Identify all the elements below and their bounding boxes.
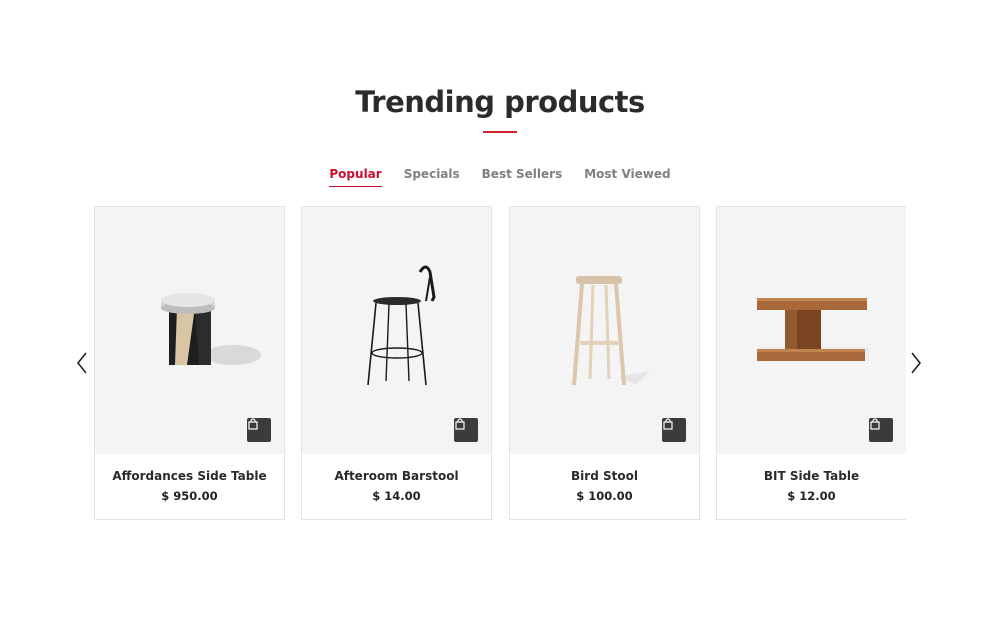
product-price: $ 12.00 <box>787 489 836 503</box>
shopping-bag-icon <box>663 418 673 430</box>
add-to-cart-button[interactable] <box>662 418 686 442</box>
product-name[interactable]: Bird Stool <box>510 468 699 484</box>
product-image[interactable] <box>95 207 284 454</box>
product-image[interactable] <box>510 207 699 454</box>
product-card[interactable]: Affordances Side Table $ 950.00 <box>94 206 285 520</box>
walnut-side-table-image <box>757 298 869 361</box>
product-price: $ 950.00 <box>161 489 218 503</box>
shopping-bag-icon <box>455 418 465 430</box>
add-to-cart-button[interactable] <box>454 418 478 442</box>
product-card[interactable]: Afteroom Barstool $ 14.00 <box>301 206 492 520</box>
wooden-bird-stool-image <box>572 276 650 386</box>
product-name[interactable]: Affordances Side Table <box>95 468 284 484</box>
product-name[interactable]: Afteroom Barstool <box>302 468 491 484</box>
shopping-bag-icon <box>870 418 880 430</box>
product-image[interactable] <box>302 207 491 454</box>
carousel-next-button[interactable] <box>908 350 924 376</box>
product-price: $ 100.00 <box>576 489 633 503</box>
shopping-bag-icon <box>248 418 258 430</box>
product-carousel: Affordances Side Table $ 950.00 Afteroom… <box>94 206 906 520</box>
product-name[interactable]: BIT Side Table <box>717 468 906 484</box>
tab-best-sellers[interactable]: Best Sellers <box>482 166 563 185</box>
add-to-cart-button[interactable] <box>869 418 893 442</box>
product-card[interactable]: BIT Side Table $ 12.00 <box>716 206 906 520</box>
product-tabs: Popular Specials Best Sellers Most Viewe… <box>0 166 1000 187</box>
add-to-cart-button[interactable] <box>247 418 271 442</box>
title-underline <box>483 131 517 133</box>
black-metal-barstool-image <box>367 265 436 386</box>
chevron-left-icon <box>76 352 87 374</box>
chevron-right-icon <box>911 352 922 374</box>
product-image[interactable] <box>717 207 906 454</box>
tab-popular[interactable]: Popular <box>329 166 383 187</box>
section-title: Trending products <box>355 85 645 119</box>
tab-specials[interactable]: Specials <box>404 166 460 185</box>
tab-most-viewed[interactable]: Most Viewed <box>584 166 670 185</box>
product-price: $ 14.00 <box>372 489 421 503</box>
marble-side-table-image <box>161 293 261 365</box>
carousel-prev-button[interactable] <box>74 350 90 376</box>
product-card[interactable]: Bird Stool $ 100.00 <box>509 206 700 520</box>
